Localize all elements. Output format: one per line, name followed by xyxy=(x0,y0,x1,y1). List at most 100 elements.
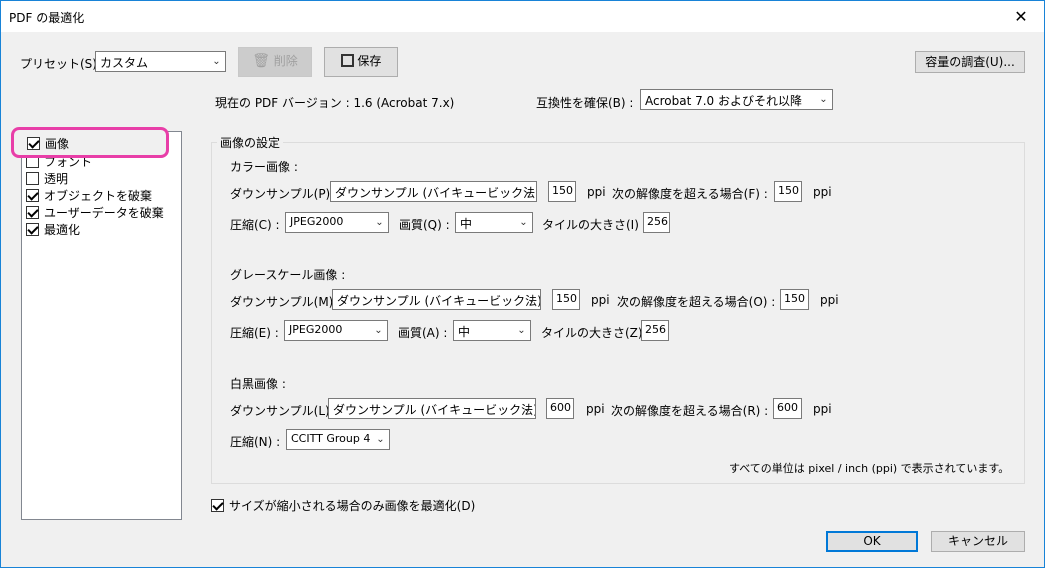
color-compress-select[interactable]: JPEG2000 ⌄ xyxy=(285,212,389,233)
checkbox[interactable] xyxy=(26,206,39,219)
color-compress-label: 圧縮(C) : xyxy=(230,218,280,232)
color-downsample-select[interactable]: ダウンサンプル (バイキュービック法) ⌄ xyxy=(330,181,537,202)
select-value: ダウンサンプル (バイキュービック法) xyxy=(333,403,536,417)
mono-heading: 白黒画像 : xyxy=(230,377,286,391)
mono-over-input[interactable]: 600 xyxy=(773,398,802,419)
gray-tile-input[interactable]: 256 xyxy=(641,320,669,341)
color-downsample-label: ダウンサンプル(P) : xyxy=(230,187,339,201)
list-item-images[interactable]: 画像 xyxy=(27,135,69,152)
mono-compress-label: 圧縮(N) : xyxy=(230,435,281,449)
chevron-down-icon: ⌄ xyxy=(527,294,536,305)
select-value: JPEG2000 xyxy=(290,215,344,228)
list-item-label: ユーザーデータを破棄 xyxy=(44,206,164,220)
ppi-unit: ppi xyxy=(587,185,606,199)
current-version-text: 現在の PDF バージョン : 1.6 (Acrobat 7.x) xyxy=(215,96,455,110)
gray-downsample-select[interactable]: ダウンサンプル (バイキュービック法) ⌄ xyxy=(332,289,541,310)
select-value: 中 xyxy=(460,217,473,231)
ppi-unit: ppi xyxy=(586,402,605,416)
mono-compress-select[interactable]: CCITT Group 4 ⌄ xyxy=(286,429,390,450)
color-tile-label: タイルの大きさ(I) : xyxy=(542,218,647,232)
cancel-button[interactable]: キャンセル xyxy=(931,531,1025,552)
gray-compress-select[interactable]: JPEG2000 ⌄ xyxy=(284,320,388,341)
select-value: ダウンサンプル (バイキュービック法) xyxy=(335,186,537,200)
ok-label: OK xyxy=(863,534,881,548)
list-item-label: 最適化 xyxy=(44,223,81,237)
list-item-discard-objects[interactable]: オブジェクトを破棄 xyxy=(26,187,152,204)
chevron-down-icon: ⌄ xyxy=(374,325,383,336)
color-quality-label: 画質(Q) : xyxy=(399,218,450,232)
cancel-label: キャンセル xyxy=(947,534,1008,548)
units-note: すべての単位は pixel / inch (ppi) で表示されています。 xyxy=(729,462,1010,475)
mono-downsample-label: ダウンサンプル(L) : xyxy=(230,404,338,418)
checkbox[interactable] xyxy=(26,189,39,202)
color-heading: カラー画像 : xyxy=(230,160,298,174)
color-quality-select[interactable]: 中 ⌄ xyxy=(455,212,533,233)
chevron-down-icon: ⌄ xyxy=(212,56,221,67)
checkbox[interactable] xyxy=(27,137,40,150)
gray-tile-label: タイルの大きさ(Z) : xyxy=(541,326,651,340)
list-item-optimize[interactable]: 最適化 xyxy=(26,221,80,238)
checkbox[interactable] xyxy=(26,223,39,236)
list-item-label: オブジェクトを破棄 xyxy=(44,189,153,203)
gray-over-input[interactable]: 150 xyxy=(780,289,809,310)
gray-ppi-input[interactable]: 150 xyxy=(552,289,580,310)
gray-quality-select[interactable]: 中 ⌄ xyxy=(453,320,531,341)
floppy-disk-icon xyxy=(340,54,354,67)
list-item-label: 画像 xyxy=(45,137,70,151)
compat-label: 互換性を確保(B) : xyxy=(536,96,634,110)
gray-heading: グレースケール画像 : xyxy=(230,268,346,282)
chevron-down-icon: ⌄ xyxy=(519,217,528,228)
checkbox[interactable] xyxy=(211,499,224,512)
list-item-transparency[interactable]: 透明 xyxy=(26,170,68,187)
chevron-down-icon: ⌄ xyxy=(522,403,531,414)
category-list: フォント 透明 オブジェクトを破棄 ユーザーデータを破棄 最適化 xyxy=(21,131,182,520)
optimize-pdf-dialog: PDF の最適化 ✕ プリセット(S): カスタム ⌄ 🗑 削除 保存 容量の調… xyxy=(0,0,1045,568)
chevron-down-icon: ⌄ xyxy=(819,94,828,105)
gray-downsample-label: ダウンサンプル(M) : xyxy=(230,295,342,309)
compat-value: Acrobat 7.0 およびそれ以降 xyxy=(645,94,802,108)
mono-downsample-select[interactable]: ダウンサンプル (バイキュービック法) ⌄ xyxy=(328,398,536,419)
ppi-unit: ppi xyxy=(813,185,832,199)
mono-over-label: 次の解像度を超える場合(R) : xyxy=(611,404,769,418)
select-value: 中 xyxy=(458,325,471,339)
select-value: CCITT Group 4 xyxy=(291,432,371,445)
selection-highlight: 画像 xyxy=(11,127,169,158)
color-over-input[interactable]: 150 xyxy=(774,181,802,202)
chevron-down-icon: ⌄ xyxy=(523,186,532,197)
list-item-label: 透明 xyxy=(44,172,69,186)
color-tile-input[interactable]: 256 xyxy=(643,212,670,233)
save-button[interactable]: 保存 xyxy=(324,47,398,77)
checkbox[interactable] xyxy=(26,172,39,185)
preset-select[interactable]: カスタム ⌄ xyxy=(95,51,226,72)
chevron-down-icon: ⌄ xyxy=(517,325,526,336)
color-over-label: 次の解像度を超える場合(F) : xyxy=(612,187,768,201)
gray-quality-label: 画質(A) : xyxy=(398,326,448,340)
chevron-down-icon: ⌄ xyxy=(376,434,385,445)
preset-value: カスタム xyxy=(100,56,149,70)
shrink-only-label: サイズが縮小される場合のみ画像を最適化(D) xyxy=(229,499,476,513)
delete-label: 削除 xyxy=(273,54,298,68)
window-title: PDF の最適化 xyxy=(9,11,85,25)
save-label: 保存 xyxy=(357,54,382,68)
compat-select[interactable]: Acrobat 7.0 およびそれ以降 ⌄ xyxy=(640,89,833,110)
capacity-audit-label: 容量の調査(U)... xyxy=(925,55,1015,69)
mono-ppi-input[interactable]: 600 xyxy=(546,398,574,419)
ppi-unit: ppi xyxy=(813,402,832,416)
gray-over-label: 次の解像度を超える場合(O) : xyxy=(617,295,776,309)
ppi-unit: ppi xyxy=(820,293,839,307)
delete-button[interactable]: 🗑 削除 xyxy=(238,47,312,77)
chevron-down-icon: ⌄ xyxy=(375,217,384,228)
close-icon[interactable]: ✕ xyxy=(998,1,1044,32)
title-bar: PDF の最適化 ✕ xyxy=(1,1,1044,32)
preset-label: プリセット(S): xyxy=(20,57,102,71)
group-title: 画像の設定 xyxy=(217,134,284,151)
capacity-audit-button[interactable]: 容量の調査(U)... xyxy=(915,51,1025,73)
shrink-only-option[interactable]: サイズが縮小される場合のみ画像を最適化(D) xyxy=(211,497,475,514)
color-ppi-input[interactable]: 150 xyxy=(548,181,576,202)
select-value: JPEG2000 xyxy=(289,323,343,336)
trash-icon: 🗑 xyxy=(252,53,270,69)
ok-button[interactable]: OK xyxy=(826,531,918,552)
list-item-discard-user-data[interactable]: ユーザーデータを破棄 xyxy=(26,204,164,221)
ppi-unit: ppi xyxy=(591,293,610,307)
gray-compress-label: 圧縮(E) : xyxy=(230,326,279,340)
